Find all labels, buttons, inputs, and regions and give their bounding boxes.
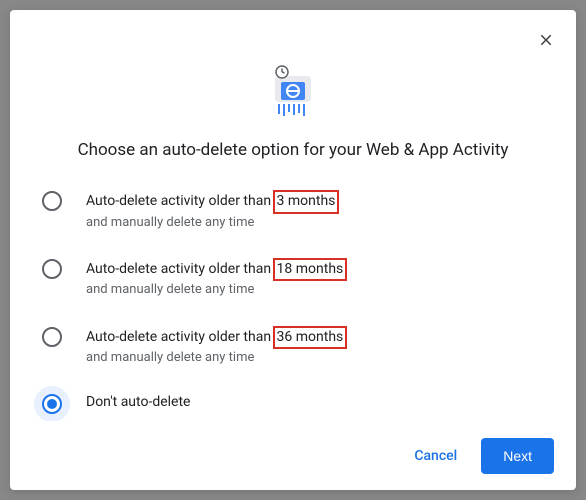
radio-3-months[interactable] xyxy=(42,191,62,211)
dialog-content: Choose an auto-delete option for your We… xyxy=(10,10,576,421)
option-label: Don't auto-delete xyxy=(86,393,544,413)
dialog-footer: Cancel Next xyxy=(10,421,576,490)
option-18-months[interactable]: Auto-delete activity older than 18 month… xyxy=(42,258,544,300)
option-subtext: and manually delete any time xyxy=(86,214,544,232)
auto-delete-dialog: Choose an auto-delete option for your We… xyxy=(10,10,576,490)
option-highlight: 18 months xyxy=(273,258,348,282)
option-text: Don't auto-delete xyxy=(86,393,544,413)
cancel-button[interactable]: Cancel xyxy=(410,440,461,472)
option-label: Auto-delete activity older than 18 month… xyxy=(86,258,544,282)
close-button[interactable] xyxy=(534,28,558,52)
dialog-title: Choose an auto-delete option for your We… xyxy=(32,140,554,160)
option-prefix: Auto-delete activity older than xyxy=(86,193,275,209)
radio-18-months[interactable] xyxy=(42,259,62,279)
option-highlight: 3 months xyxy=(273,190,340,214)
option-3-months[interactable]: Auto-delete activity older than 3 months… xyxy=(42,190,544,232)
option-label: Auto-delete activity older than 36 month… xyxy=(86,326,544,350)
option-text: Auto-delete activity older than 18 month… xyxy=(86,258,544,300)
option-label: Auto-delete activity older than 3 months xyxy=(86,190,544,214)
option-36-months[interactable]: Auto-delete activity older than 36 month… xyxy=(42,326,544,368)
close-icon xyxy=(537,31,555,49)
option-dont-delete[interactable]: Don't auto-delete xyxy=(42,393,544,414)
next-button[interactable]: Next xyxy=(481,438,554,474)
option-prefix: Auto-delete activity older than xyxy=(86,329,275,345)
header-icon-area xyxy=(32,60,554,120)
option-highlight: 36 months xyxy=(273,326,348,350)
radio-dont-delete[interactable] xyxy=(42,394,62,414)
radio-36-months[interactable] xyxy=(42,327,62,347)
option-prefix: Auto-delete activity older than xyxy=(86,261,275,277)
option-text: Auto-delete activity older than 3 months… xyxy=(86,190,544,232)
shredder-clock-icon xyxy=(263,60,323,120)
option-prefix: Don't auto-delete xyxy=(86,394,190,410)
option-subtext: and manually delete any time xyxy=(86,281,544,299)
option-subtext: and manually delete any time xyxy=(86,349,544,367)
options-group: Auto-delete activity older than 3 months… xyxy=(32,190,554,414)
option-text: Auto-delete activity older than 36 month… xyxy=(86,326,544,368)
